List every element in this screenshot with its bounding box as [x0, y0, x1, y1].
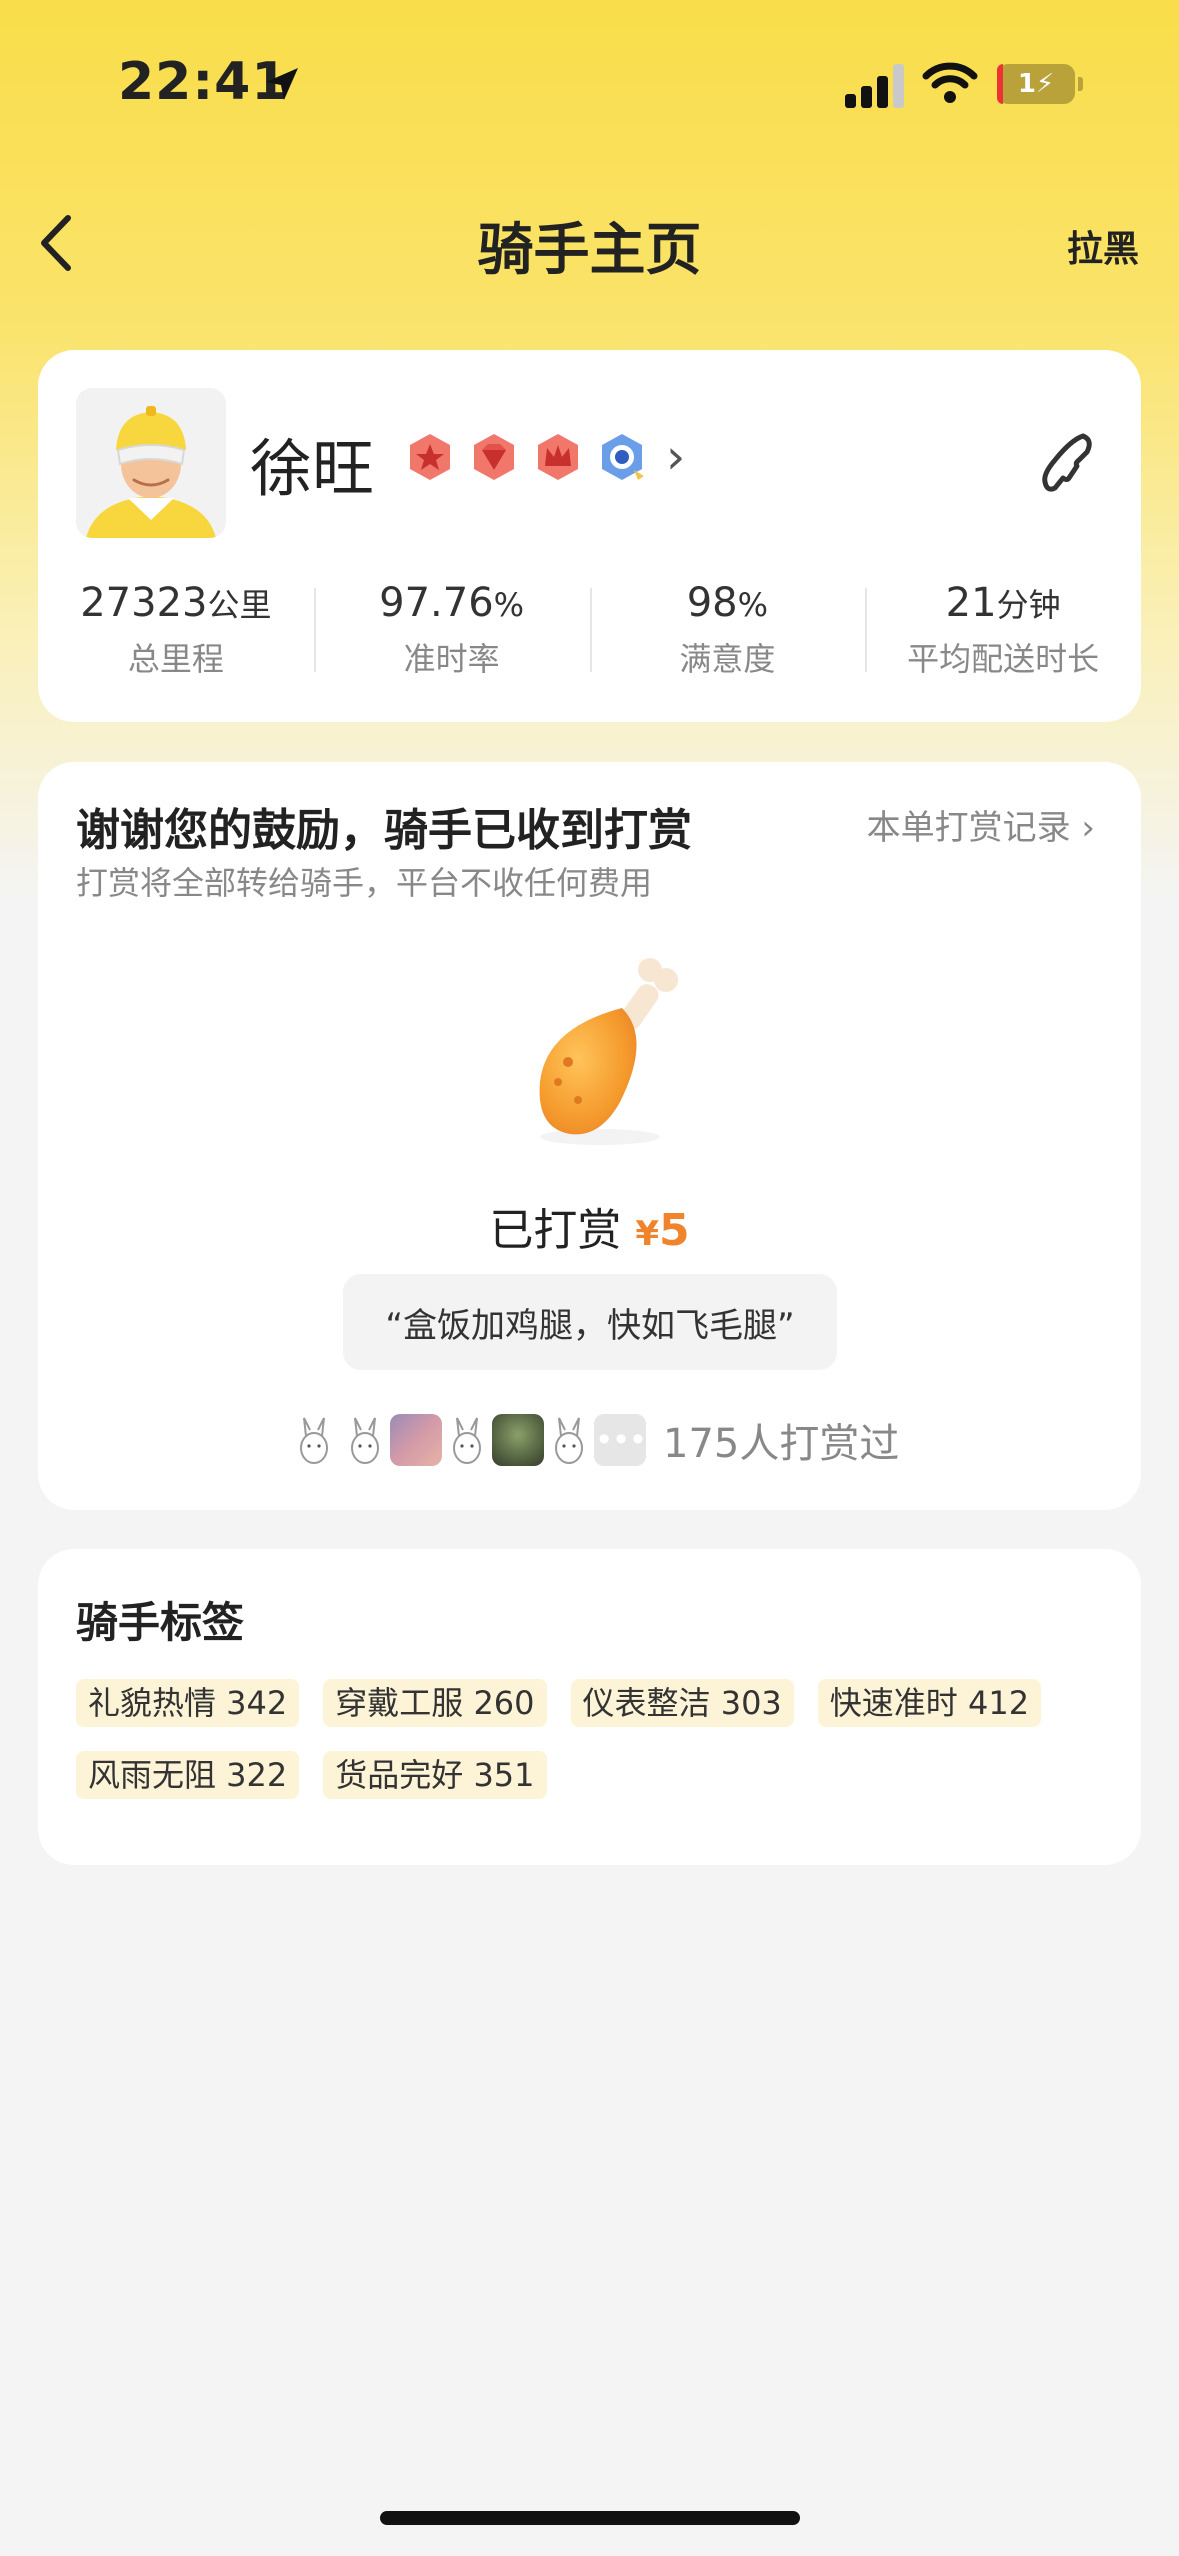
page-title: 骑手主页 [477, 218, 702, 283]
red-crown-medal-icon [538, 434, 578, 480]
supporters-count: 175人打赏过 [663, 1421, 900, 1467]
cellular-signal-icon [845, 64, 907, 108]
stat-label: 总里程 [127, 640, 224, 678]
rider-avatar [76, 388, 226, 538]
rider-tag: 风雨无阻 322 [76, 1751, 300, 1799]
rider-badges[interactable]: › [406, 432, 685, 482]
tip-message: “盒饭加鸡腿，快如飞毛腿” [343, 1274, 837, 1370]
rider-tag: 仪表整洁 303 [570, 1679, 794, 1727]
stat-label: 平均配送时长 [907, 640, 1100, 678]
stat-unit: 公里 [207, 586, 272, 624]
tip-title: 谢谢您的鼓励，骑手已收到打赏 [76, 805, 692, 856]
rider-avatar-illustration [86, 406, 216, 538]
red-star-medal-icon [410, 434, 450, 480]
chicken-drumstick-icon [539, 958, 678, 1145]
tip-subtitle: 打赏将全部转给骑手，平台不收任何费用 [76, 864, 653, 902]
rider-tag: 快速准时 412 [817, 1679, 1042, 1727]
battery-icon: 1 ⚡ [997, 64, 1083, 104]
stat-label: 满意度 [679, 640, 776, 678]
badges-chevron-icon: › [666, 429, 686, 485]
phone-icon[interactable] [1039, 430, 1101, 496]
stat-value: 27323 [80, 580, 208, 626]
supporter-photo-avatar [390, 1414, 442, 1466]
rabbit-avatar-icon [543, 1414, 595, 1466]
rider-name: 徐旺 [250, 432, 375, 505]
blue-medal-icon [602, 434, 644, 480]
rabbit-avatar-icon [288, 1414, 340, 1466]
more-supporters-icon: ••• [594, 1414, 647, 1466]
wifi-icon [922, 62, 978, 103]
rabbit-avatar-icon [441, 1414, 493, 1466]
tip-amount: 5 [659, 1205, 690, 1256]
location-arrow-icon [266, 68, 298, 100]
currency-symbol: ¥ [635, 1214, 660, 1254]
stat-avg-delivery-time: 21分钟 平均配送时长 [865, 580, 1141, 680]
stat-unit: % [737, 586, 769, 624]
rider-tag: 穿戴工服 260 [323, 1679, 547, 1727]
tipped-amount: 已打赏 ¥5 [38, 1194, 1141, 1258]
stat-satisfaction: 98% 满意度 [589, 580, 866, 680]
rider-tags-card: 骑手标签 礼貌热情 342 穿戴工服 260 仪表整洁 303 快速准时 412… [38, 1549, 1141, 1865]
tip-record-label: 本单打赏记录 [866, 808, 1071, 848]
tip-supporters[interactable]: ••• 175人打赏过 [288, 1412, 899, 1468]
rider-tag: 礼貌热情 342 [76, 1679, 300, 1727]
home-indicator[interactable] [380, 2511, 800, 2525]
battery-level: 1 [1017, 69, 1036, 99]
chevron-right-icon: › [1081, 808, 1095, 848]
stat-total-distance: 27323公里 总里程 [38, 580, 314, 680]
tipped-label: 已打赏 [489, 1205, 622, 1256]
stat-unit: 分钟 [996, 586, 1061, 624]
stat-unit: % [493, 586, 525, 624]
rider-stats: 27323公里 总里程 97.76% 准时率 98% 满意度 21分钟 平均配送… [38, 580, 1141, 680]
stat-value: 21 [945, 580, 997, 626]
tip-record-link[interactable]: 本单打赏记录 › [867, 800, 1095, 849]
stat-on-time-rate: 97.76% 准时率 [313, 580, 590, 680]
tag-list: 礼貌热情 342 穿戴工服 260 仪表整洁 303 快速准时 412 风雨无阻… [76, 1679, 1116, 1799]
rider-tag: 货品完好 351 [323, 1751, 547, 1799]
stat-label: 准时率 [403, 640, 500, 678]
red-gem-medal-icon [474, 434, 514, 480]
stat-value: 98 [686, 580, 738, 626]
tags-title: 骑手标签 [76, 1598, 245, 1647]
stat-value: 97.76 [379, 580, 494, 626]
rider-profile-card: 徐旺 › 27323公里 总里程 97.76% 准时率 98% 满意度 21分钟… [38, 350, 1141, 722]
tip-card: 谢谢您的鼓励，骑手已收到打赏 打赏将全部转给骑手，平台不收任何费用 本单打赏记录… [38, 762, 1141, 1510]
rabbit-avatar-icon [339, 1414, 391, 1466]
supporter-photo-avatar [492, 1414, 544, 1466]
blacklist-button[interactable]: 拉黑 [1067, 220, 1139, 272]
